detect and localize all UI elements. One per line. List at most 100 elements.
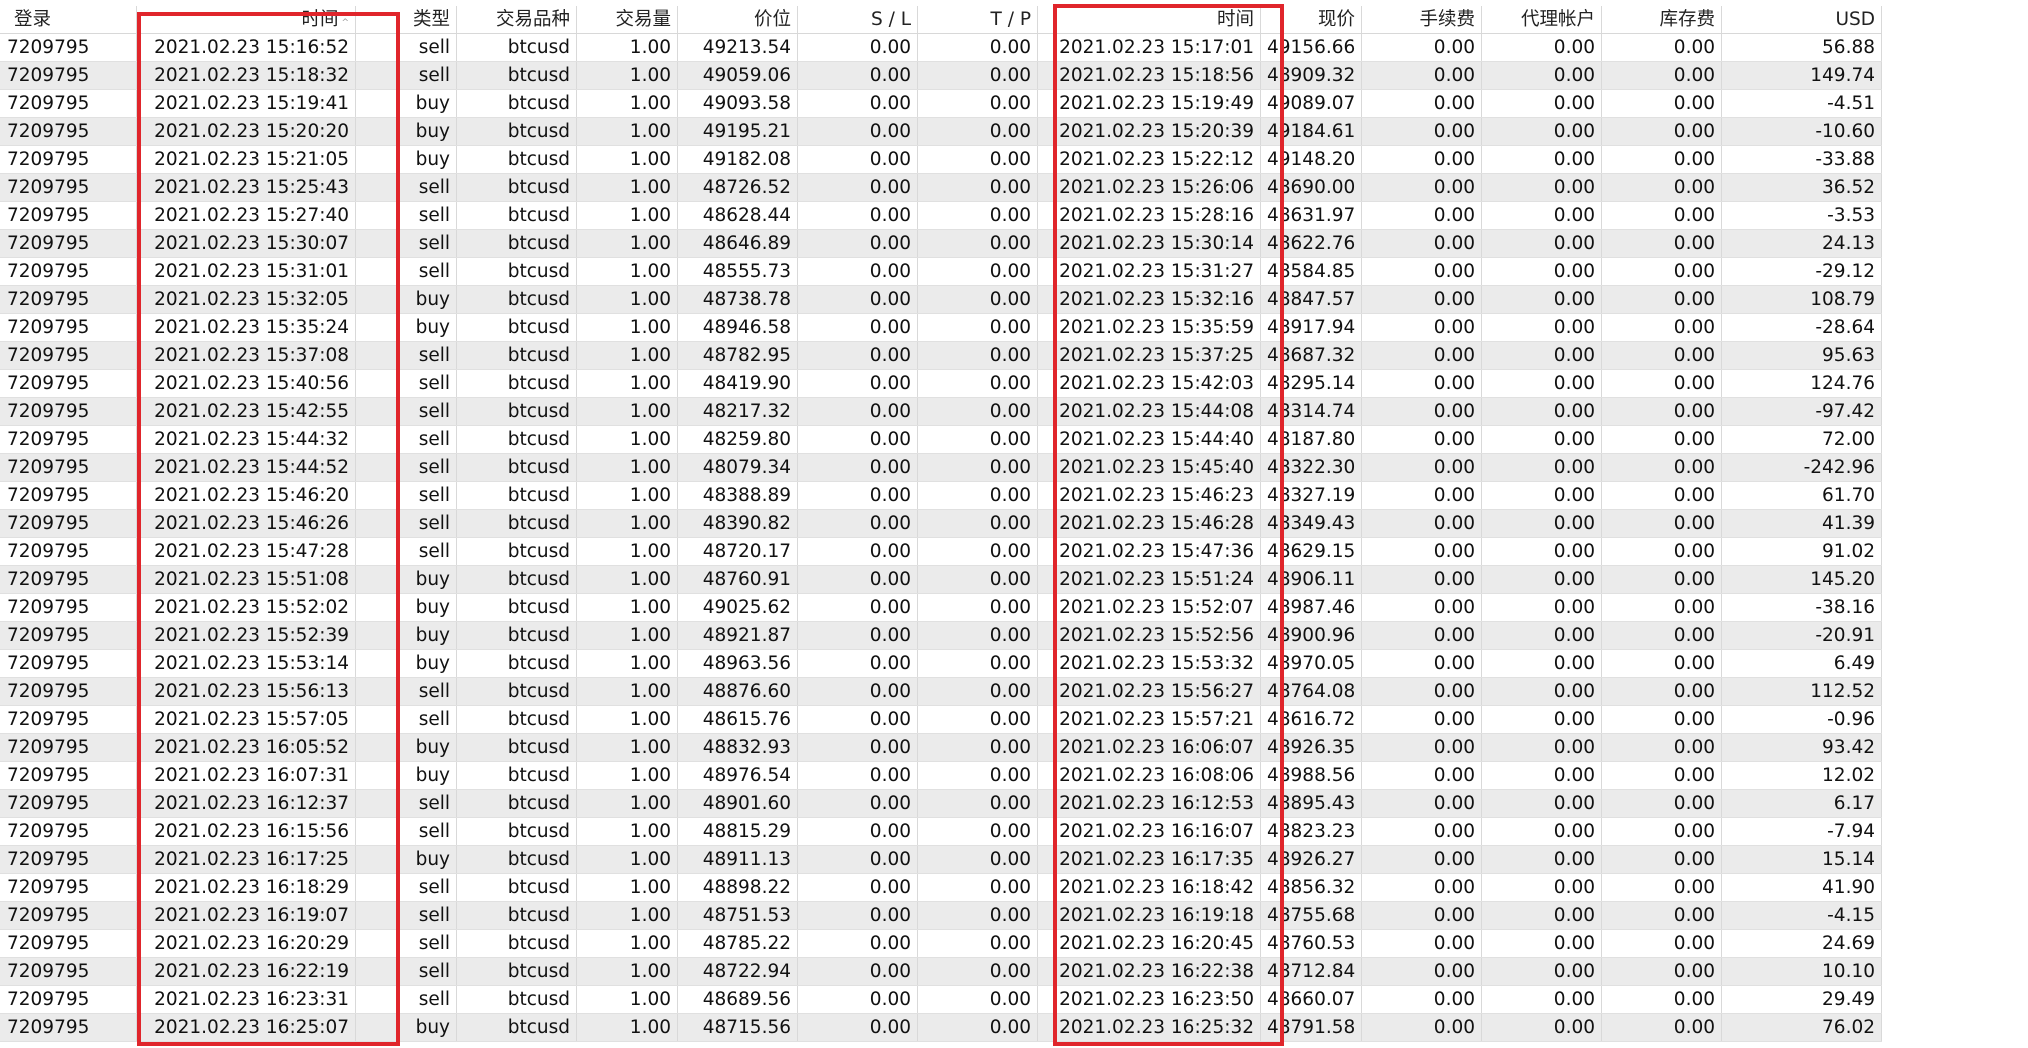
- cell-type: buy: [356, 314, 457, 341]
- cell-close_time: 2021.02.23 15:22:12: [1038, 146, 1261, 173]
- table-row[interactable]: 7209795 2021.02.23 15:46:20 sell btcusd 1.00…: [0, 482, 1882, 510]
- cell-open_price: 48751.53: [678, 902, 798, 929]
- table-row[interactable]: 7209795 2021.02.23 15:18:32 sell btcusd 1.00…: [0, 62, 1882, 90]
- table-row[interactable]: 7209795 2021.02.23 15:20:20 buy btcusd 1.00 4…: [0, 118, 1882, 146]
- table-row[interactable]: 7209795 2021.02.23 15:27:40 sell btcusd 1.00…: [0, 202, 1882, 230]
- table-row[interactable]: 7209795 2021.02.23 15:44:52 sell btcusd 1.00…: [0, 454, 1882, 482]
- cell-open_price: 49025.62: [678, 594, 798, 621]
- cell-agent: 0.00: [1482, 258, 1602, 285]
- column-header-open_time[interactable]: 时间 ^: [137, 6, 356, 33]
- cell-volume: 1.00: [577, 62, 678, 89]
- cell-open_price: 48876.60: [678, 678, 798, 705]
- column-header-commission[interactable]: 手续费: [1362, 6, 1482, 33]
- table-row[interactable]: 7209795 2021.02.23 15:47:28 sell btcusd 1.00…: [0, 538, 1882, 566]
- cell-type: sell: [356, 482, 457, 509]
- column-header-tp[interactable]: T / P: [918, 6, 1038, 33]
- column-header-agent[interactable]: 代理帐户: [1482, 6, 1602, 33]
- cell-open_price: 48388.89: [678, 482, 798, 509]
- table-row[interactable]: 7209795 2021.02.23 16:19:07 sell btcusd 1.00…: [0, 902, 1882, 930]
- cell-close_price: 48687.32: [1261, 342, 1362, 369]
- table-row[interactable]: 7209795 2021.02.23 16:07:31 buy btcusd 1.00 4…: [0, 762, 1882, 790]
- table-row[interactable]: 7209795 2021.02.23 15:35:24 buy btcusd 1.00 4…: [0, 314, 1882, 342]
- table-row[interactable]: 7209795 2021.02.23 16:22:19 sell btcusd 1.00…: [0, 958, 1882, 986]
- table-row[interactable]: 7209795 2021.02.23 15:19:41 buy btcusd 1.00 4…: [0, 90, 1882, 118]
- cell-symbol: btcusd: [457, 342, 577, 369]
- cell-usd: -20.91: [1722, 622, 1882, 649]
- table-row[interactable]: 7209795 2021.02.23 16:25:07 buy btcusd 1.00 4…: [0, 1014, 1882, 1042]
- cell-open_price: 48689.56: [678, 986, 798, 1013]
- cell-close_price: 48349.43: [1261, 510, 1362, 537]
- cell-volume: 1.00: [577, 146, 678, 173]
- table-row[interactable]: 7209795 2021.02.23 15:30:07 sell btcusd 1.00…: [0, 230, 1882, 258]
- table-row[interactable]: 7209795 2021.02.23 15:53:14 buy btcusd 1.00 4…: [0, 650, 1882, 678]
- cell-agent: 0.00: [1482, 650, 1602, 677]
- cell-type: sell: [356, 706, 457, 733]
- cell-agent: 0.00: [1482, 202, 1602, 229]
- column-header-volume[interactable]: 交易量: [577, 6, 678, 33]
- cell-swap: 0.00: [1602, 342, 1722, 369]
- column-header-symbol[interactable]: 交易品种: [457, 6, 577, 33]
- cell-login: 7209795: [0, 622, 137, 649]
- table-row[interactable]: 7209795 2021.02.23 15:56:13 sell btcusd 1.00…: [0, 678, 1882, 706]
- table-row[interactable]: 7209795 2021.02.23 15:21:05 buy btcusd 1.00 4…: [0, 146, 1882, 174]
- cell-usd: -38.16: [1722, 594, 1882, 621]
- cell-close_time: 2021.02.23 15:52:56: [1038, 622, 1261, 649]
- cell-volume: 1.00: [577, 426, 678, 453]
- column-header-swap[interactable]: 库存费: [1602, 6, 1722, 33]
- table-row[interactable]: 7209795 2021.02.23 15:31:01 sell btcusd 1.00…: [0, 258, 1882, 286]
- cell-type: buy: [356, 650, 457, 677]
- table-row[interactable]: 7209795 2021.02.23 16:23:31 sell btcusd 1.00…: [0, 986, 1882, 1014]
- column-header-usd[interactable]: USD: [1722, 6, 1882, 33]
- cell-volume: 1.00: [577, 202, 678, 229]
- column-header-type[interactable]: 类型: [356, 6, 457, 33]
- cell-login: 7209795: [0, 230, 137, 257]
- cell-open_price: 48785.22: [678, 930, 798, 957]
- table-row[interactable]: 7209795 2021.02.23 16:20:29 sell btcusd 1.00…: [0, 930, 1882, 958]
- cell-login: 7209795: [0, 482, 137, 509]
- cell-commission: 0.00: [1362, 790, 1482, 817]
- cell-close_price: 48856.32: [1261, 874, 1362, 901]
- column-header-open_price[interactable]: 价位: [678, 6, 798, 33]
- table-row[interactable]: 7209795 2021.02.23 15:32:05 buy btcusd 1.00 4…: [0, 286, 1882, 314]
- cell-commission: 0.00: [1362, 174, 1482, 201]
- cell-swap: 0.00: [1602, 874, 1722, 901]
- table-row[interactable]: 7209795 2021.02.23 15:51:08 buy btcusd 1.00 4…: [0, 566, 1882, 594]
- table-row[interactable]: 7209795 2021.02.23 16:17:25 buy btcusd 1.00 4…: [0, 846, 1882, 874]
- cell-sl: 0.00: [798, 90, 918, 117]
- cell-symbol: btcusd: [457, 286, 577, 313]
- column-header-sl[interactable]: S / L: [798, 6, 918, 33]
- table-row[interactable]: 7209795 2021.02.23 15:40:56 sell btcusd 1.00…: [0, 370, 1882, 398]
- cell-symbol: btcusd: [457, 454, 577, 481]
- cell-type: buy: [356, 146, 457, 173]
- cell-swap: 0.00: [1602, 538, 1722, 565]
- cell-volume: 1.00: [577, 258, 678, 285]
- table-row[interactable]: 7209795 2021.02.23 15:52:02 buy btcusd 1.00 4…: [0, 594, 1882, 622]
- table-row[interactable]: 7209795 2021.02.23 15:57:05 sell btcusd 1.00…: [0, 706, 1882, 734]
- cell-close_price: 48622.76: [1261, 230, 1362, 257]
- cell-commission: 0.00: [1362, 202, 1482, 229]
- table-row[interactable]: 7209795 2021.02.23 15:52:39 buy btcusd 1.00 4…: [0, 622, 1882, 650]
- cell-login: 7209795: [0, 510, 137, 537]
- table-row[interactable]: 7209795 2021.02.23 15:42:55 sell btcusd 1.00…: [0, 398, 1882, 426]
- table-row[interactable]: 7209795 2021.02.23 15:25:43 sell btcusd 1.00…: [0, 174, 1882, 202]
- cell-open_price: 48782.95: [678, 342, 798, 369]
- column-header-login[interactable]: 登录: [0, 6, 137, 33]
- cell-tp: 0.00: [918, 622, 1038, 649]
- cell-usd: -29.12: [1722, 258, 1882, 285]
- cell-tp: 0.00: [918, 258, 1038, 285]
- table-row[interactable]: 7209795 2021.02.23 15:37:08 sell btcusd 1.00…: [0, 342, 1882, 370]
- table-row[interactable]: 7209795 2021.02.23 15:44:32 sell btcusd 1.00…: [0, 426, 1882, 454]
- table-row[interactable]: 7209795 2021.02.23 16:05:52 buy btcusd 1.00 4…: [0, 734, 1882, 762]
- cell-type: sell: [356, 202, 457, 229]
- cell-close_price: 48791.58: [1261, 1014, 1362, 1041]
- cell-symbol: btcusd: [457, 370, 577, 397]
- table-row[interactable]: 7209795 2021.02.23 15:16:52 sell btcusd 1.00…: [0, 34, 1882, 62]
- table-row[interactable]: 7209795 2021.02.23 16:12:37 sell btcusd 1.00…: [0, 790, 1882, 818]
- column-header-close_time[interactable]: 时间: [1038, 6, 1261, 33]
- table-row[interactable]: 7209795 2021.02.23 16:18:29 sell btcusd 1.00…: [0, 874, 1882, 902]
- table-row[interactable]: 7209795 2021.02.23 15:46:26 sell btcusd 1.00…: [0, 510, 1882, 538]
- table-row[interactable]: 7209795 2021.02.23 16:15:56 sell btcusd 1.00…: [0, 818, 1882, 846]
- cell-volume: 1.00: [577, 902, 678, 929]
- cell-login: 7209795: [0, 818, 137, 845]
- column-header-close_price[interactable]: 现价: [1261, 6, 1362, 33]
